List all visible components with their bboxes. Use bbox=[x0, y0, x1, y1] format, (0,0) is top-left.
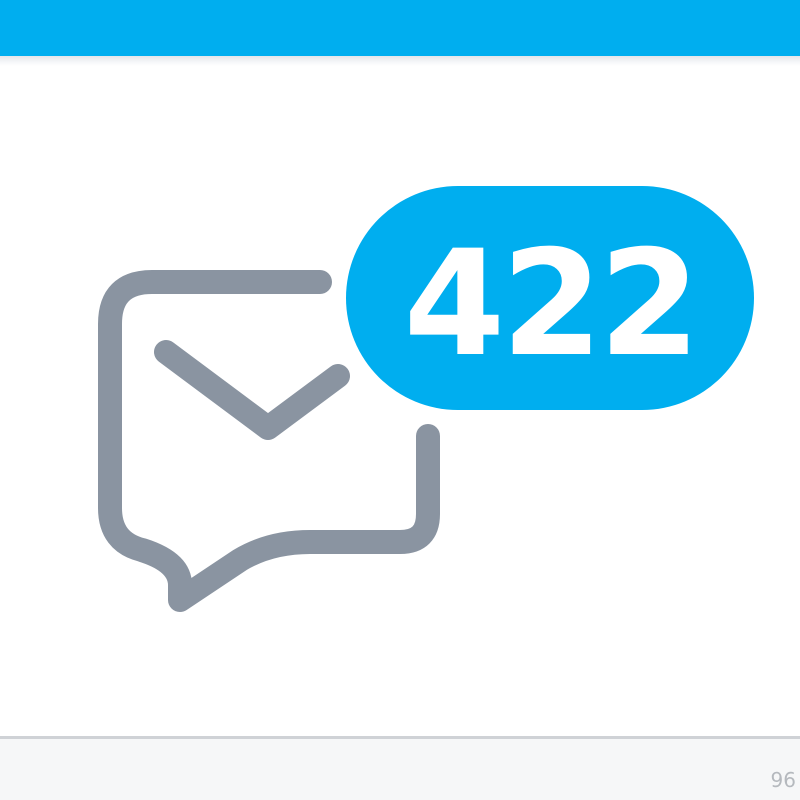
top-bar bbox=[0, 0, 800, 56]
notification-badge[interactable]: 422 bbox=[346, 186, 754, 410]
bottom-bar: 96 bbox=[0, 736, 800, 800]
top-bar-shadow bbox=[0, 56, 800, 66]
notification-count: 422 bbox=[403, 219, 701, 389]
corner-number: 96 bbox=[770, 768, 796, 792]
envelope-chevron bbox=[154, 340, 350, 440]
page: 422 96 bbox=[0, 0, 800, 800]
